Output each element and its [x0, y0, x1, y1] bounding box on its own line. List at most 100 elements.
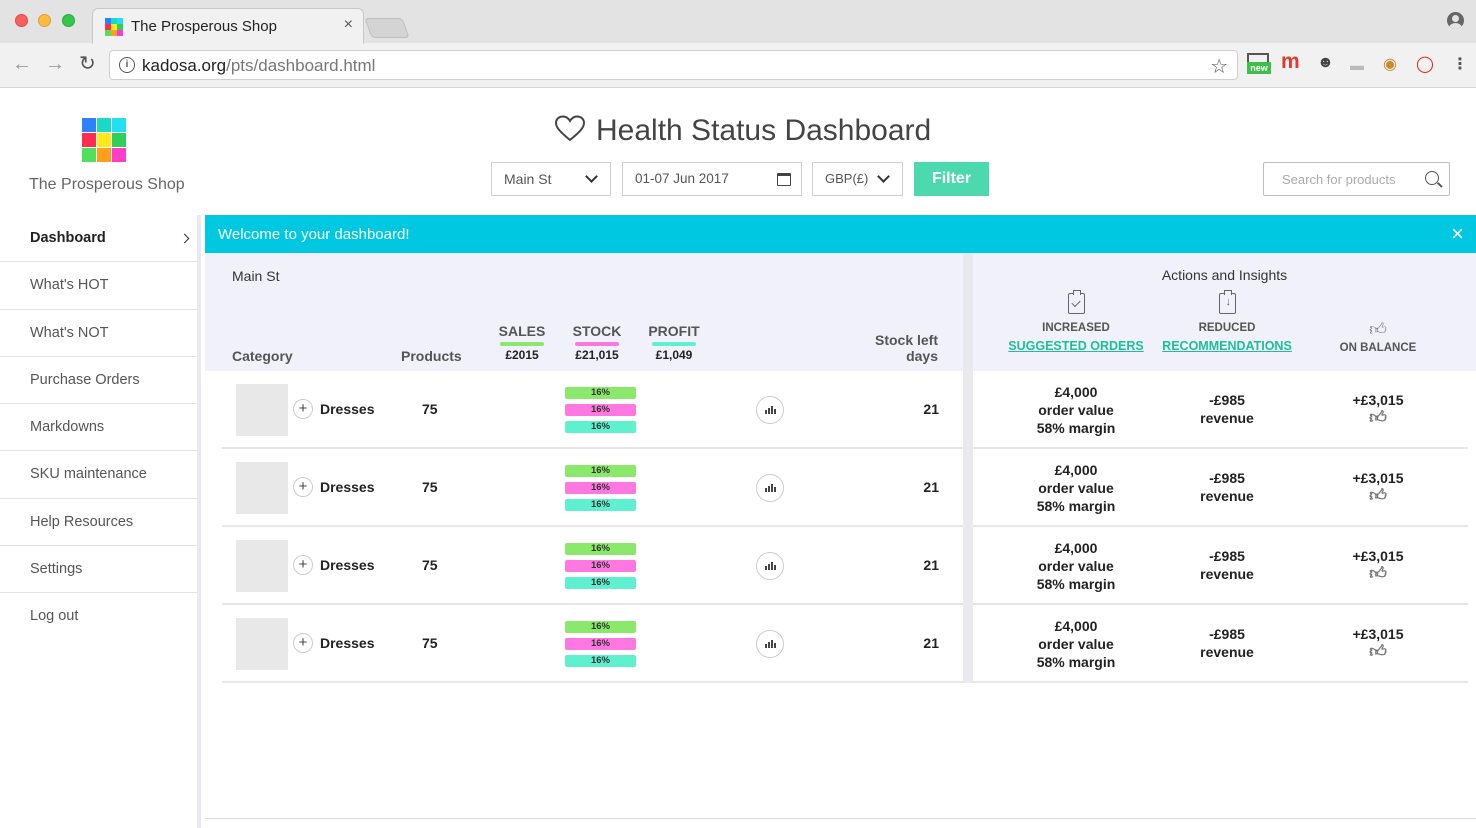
store-select[interactable]: Main St — [491, 162, 611, 196]
revenue-cell: -£985 revenue — [1152, 547, 1302, 583]
balance-value: +£3,015 — [1352, 548, 1404, 564]
panel-divider — [963, 253, 973, 683]
sidebar-item-label: SKU maintenance — [30, 466, 147, 483]
suggested-orders-link[interactable]: SUGGESTED ORDERS — [1001, 339, 1151, 353]
revenue-label: revenue — [1200, 644, 1254, 660]
balance-value: +£3,015 — [1352, 470, 1404, 486]
back-arrow-icon[interactable]: ← — [12, 52, 32, 76]
brand-name: The Prosperous Shop — [29, 176, 185, 193]
logo-square — [112, 148, 126, 162]
metric-header-sales: SALES £2015 — [495, 323, 549, 362]
sidebar-item-help-resources[interactable]: Help Resources — [0, 499, 197, 547]
column-header-stock-left-line1: Stock left — [874, 332, 938, 348]
bar-chart-icon[interactable] — [756, 474, 784, 502]
thumbs-up-icon[interactable]: 👍︎ — [1369, 643, 1387, 661]
filter-button[interactable]: Filter — [914, 162, 989, 196]
increased-column-header: INCREASED SUGGESTED ORDERS — [1001, 290, 1151, 353]
welcome-banner: Welcome to your dashboard! × — [205, 215, 1476, 253]
balance-value: +£3,015 — [1352, 626, 1404, 642]
reload-icon[interactable]: ↻ — [79, 52, 96, 76]
bar-chart-icon[interactable] — [756, 396, 784, 424]
sidebar-item-label: What's NOT — [30, 324, 109, 341]
clipboard-download-icon: ↓ — [1218, 290, 1236, 314]
expand-plus-icon[interactable]: + — [293, 555, 313, 575]
thumbs-up-icon[interactable]: 👍︎ — [1369, 409, 1387, 427]
search-icon[interactable] — [1425, 171, 1439, 185]
brand-logo[interactable] — [82, 118, 127, 163]
thumbs-up-icon[interactable]: 👍︎ — [1369, 565, 1387, 583]
extension-m-icon[interactable]: m — [1281, 50, 1300, 74]
info-icon[interactable]: i — [119, 57, 135, 73]
sidebar-item-dashboard[interactable]: Dashboard — [0, 215, 197, 263]
column-header-stock-left-line2: days — [906, 348, 938, 364]
forward-arrow-icon[interactable]: → — [45, 52, 65, 76]
bar-chart-icon[interactable] — [756, 552, 784, 580]
recommendations-link[interactable]: RECOMMENDATIONS — [1152, 339, 1302, 353]
column-header-products: Products — [401, 348, 462, 364]
logo-square — [82, 148, 96, 162]
increased-label: INCREASED — [1042, 322, 1110, 334]
bookmark-star-icon[interactable]: ☆ — [1210, 54, 1228, 79]
sidebar-item-purchase-orders[interactable]: Purchase Orders — [0, 357, 197, 405]
stock-left-days: 21 — [923, 635, 939, 651]
sidebar-item-whats-hot[interactable]: What's HOT — [0, 262, 197, 310]
close-icon[interactable]: × — [1451, 221, 1464, 247]
sidebar-item-whats-not[interactable]: What's NOT — [0, 310, 197, 357]
sidebar: Dashboard What's HOT What's NOT Purchase… — [0, 215, 201, 828]
menu-kebab-icon[interactable]: ⋮ — [1452, 54, 1468, 74]
extension-gray-icon[interactable]: ▬ — [1350, 57, 1364, 73]
metric-header-profit: PROFIT £1,049 — [647, 323, 701, 362]
category-name: Dresses — [320, 479, 375, 495]
metric-label: STOCK — [572, 323, 622, 339]
metric-header-stock: STOCK £21,015 — [570, 323, 624, 362]
expand-plus-icon[interactable]: + — [293, 477, 313, 497]
thumbs-up-icon[interactable]: 👍︎ — [1369, 487, 1387, 505]
new-tab-button[interactable] — [364, 18, 410, 38]
close-window-button[interactable] — [15, 14, 28, 27]
bar-chart-icon[interactable] — [756, 630, 784, 658]
chevron-down-icon — [877, 170, 890, 183]
stock-pill: 16% — [565, 638, 636, 650]
content-bottom-border — [205, 818, 1476, 819]
chevron-right-icon — [179, 233, 190, 244]
order-value: £4,000 — [1054, 462, 1098, 478]
cookie-extension-icon[interactable]: ◉ — [1383, 54, 1397, 74]
metric-value: £1,049 — [655, 348, 693, 362]
metric-color-bar — [500, 342, 544, 346]
stock-pill: 16% — [565, 482, 636, 494]
sidebar-item-log-out[interactable]: Log out — [0, 593, 197, 640]
heart-icon — [555, 115, 585, 142]
minimize-window-button[interactable] — [38, 14, 51, 27]
balance-value: +£3,015 — [1352, 392, 1404, 408]
column-header-stock-left: Stock left days — [875, 332, 938, 364]
logo-square — [97, 148, 111, 162]
expand-plus-icon[interactable]: + — [293, 399, 313, 419]
insights-header: Actions and Insights INCREASED SUGGESTED… — [973, 253, 1476, 371]
browser-tab[interactable]: The Prosperous Shop × — [92, 8, 364, 44]
date-range-picker[interactable]: 01-07 Jun 2017 — [622, 162, 802, 196]
maximize-window-button[interactable] — [62, 14, 75, 27]
sidebar-item-settings[interactable]: Settings — [0, 546, 197, 594]
address-bar[interactable]: i kadosa.org/pts/dashboard.html ☆ — [109, 50, 1238, 80]
table-row[interactable]: + Dresses 75 16% 16% 16% 21 — [222, 449, 963, 527]
tab-close-icon[interactable]: × — [344, 16, 353, 34]
table-row[interactable]: + Dresses 75 16% 16% 16% 21 — [222, 527, 963, 605]
product-count: 75 — [422, 479, 438, 495]
table-row[interactable]: + Dresses 75 16% 16% 16% 21 — [222, 605, 963, 683]
profile-icon[interactable] — [1447, 12, 1464, 29]
evernote-extension-icon[interactable]: ☻ — [1317, 54, 1334, 72]
table-row[interactable]: + Dresses 75 16% 16% 16% 21 — [222, 371, 963, 449]
revenue-cell: -£985 revenue — [1152, 391, 1302, 427]
sidebar-item-markdowns[interactable]: Markdowns — [0, 404, 197, 452]
sidebar-item-sku-maintenance[interactable]: SKU maintenance — [0, 451, 197, 499]
calendar-icon[interactable] — [777, 173, 791, 186]
expand-plus-icon[interactable]: + — [293, 633, 313, 653]
sales-pill: 16% — [565, 621, 636, 633]
opera-extension-icon[interactable]: ◯ — [1416, 54, 1434, 74]
order-margin: 58% margin — [1036, 498, 1116, 514]
search-input[interactable]: Search for products — [1263, 162, 1450, 196]
currency-select[interactable]: GBP(£) — [812, 162, 903, 196]
extension-new-icon[interactable]: new — [1247, 53, 1271, 77]
sales-pill: 16% — [565, 543, 636, 555]
stock-pill: 16% — [565, 404, 636, 416]
